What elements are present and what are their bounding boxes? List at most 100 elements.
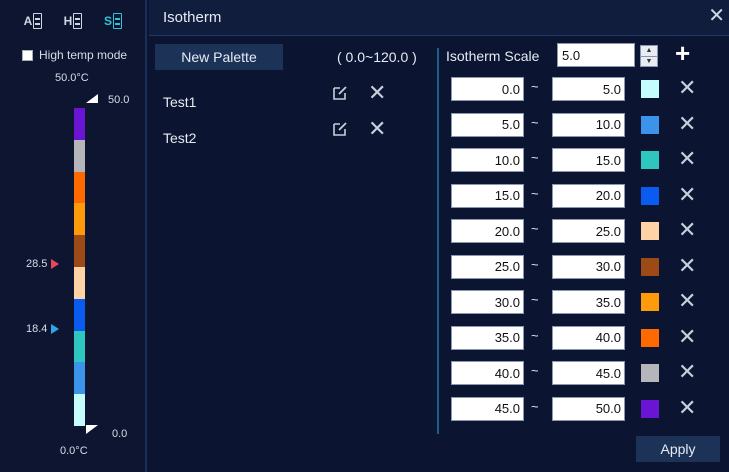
range-separator: ~	[531, 256, 539, 272]
add-isotherm-icon[interactable]: +	[675, 40, 690, 66]
mode-letter: H	[63, 14, 73, 28]
isotherm-scale-input[interactable]	[557, 43, 635, 67]
bars-icon	[113, 13, 122, 29]
list-item[interactable]: Test1 ✕	[163, 82, 403, 120]
isotherm-from-input[interactable]	[451, 77, 524, 101]
scale-segment	[74, 394, 85, 426]
isotherm-from-input[interactable]	[451, 325, 524, 350]
delete-icon[interactable]: ✕	[368, 82, 386, 104]
range-mode-group: AHS	[20, 10, 126, 32]
delete-icon[interactable]: ✕	[678, 325, 696, 348]
delete-icon[interactable]: ✕	[678, 148, 696, 170]
bars-icon	[33, 13, 43, 29]
close-icon[interactable]: ✕	[708, 6, 725, 26]
mode-letter: A	[23, 14, 33, 28]
isotherm-row: ~✕	[451, 254, 711, 291]
apply-button[interactable]: Apply	[636, 436, 720, 462]
range-separator: ~	[531, 185, 539, 201]
isotherm-from-input[interactable]	[451, 290, 524, 314]
histogram-range-icon[interactable]: H	[60, 10, 86, 32]
color-swatch[interactable]	[641, 80, 659, 98]
mode-letter: S	[103, 14, 112, 28]
scale-segment	[74, 203, 85, 236]
isotherm-to-input[interactable]	[552, 290, 625, 314]
edit-icon[interactable]	[331, 120, 349, 138]
delete-icon[interactable]: ✕	[678, 396, 696, 419]
scale-segment	[74, 108, 85, 140]
isotherm-row: ~✕	[451, 290, 711, 326]
range-separator: ~	[531, 114, 539, 130]
edit-icon[interactable]	[331, 84, 349, 102]
high-temp-mode-label: High temp mode	[39, 48, 128, 62]
section-divider	[437, 48, 439, 434]
temperature-range-label: ( 0.0~120.0 )	[337, 49, 417, 65]
isotherm-from-input[interactable]	[451, 361, 524, 385]
isotherm-to-input[interactable]	[552, 254, 625, 279]
range-separator: ~	[531, 79, 539, 94]
color-swatch[interactable]	[641, 257, 659, 276]
marker-low: 18.4	[26, 323, 60, 335]
isotherm-row: ~✕	[451, 112, 711, 149]
min-temp-label: 0.0°C	[60, 445, 88, 457]
isotherm-to-input[interactable]	[552, 148, 625, 172]
scale-segment	[74, 235, 85, 267]
color-swatch[interactable]	[641, 293, 659, 311]
isotherm-to-input[interactable]	[552, 112, 625, 137]
isotherm-scale-spinner[interactable]: ▲ ▼	[640, 45, 658, 67]
high-temp-mode-row[interactable]: High temp mode	[22, 48, 127, 62]
delete-icon[interactable]: ✕	[678, 112, 696, 135]
isotherm-from-input[interactable]	[451, 148, 524, 172]
bars-icon	[73, 13, 83, 29]
palette-name: Test2	[163, 130, 197, 146]
scale-segment	[74, 171, 85, 204]
isotherm-to-input[interactable]	[552, 77, 625, 101]
delete-icon[interactable]: ✕	[678, 219, 696, 241]
list-item[interactable]: Test2 ✕	[163, 118, 403, 156]
isotherm-to-input[interactable]	[552, 325, 625, 350]
isotherm-row: ~✕	[451, 148, 711, 184]
spin-up-icon[interactable]: ▲	[641, 46, 657, 56]
isotherm-from-input[interactable]	[451, 396, 524, 421]
color-swatch[interactable]	[641, 364, 659, 382]
isotherm-to-input[interactable]	[552, 219, 625, 243]
marker-low-value: 18.4	[26, 323, 48, 335]
isotherm-to-input[interactable]	[552, 396, 625, 421]
range-separator: ~	[531, 398, 539, 414]
isotherm-from-input[interactable]	[451, 219, 524, 243]
color-scale-bar	[74, 108, 85, 426]
color-swatch[interactable]	[641, 115, 659, 134]
delete-icon[interactable]: ✕	[368, 118, 386, 140]
color-swatch[interactable]	[641, 186, 659, 205]
color-swatch[interactable]	[641, 151, 659, 169]
range-top-handle[interactable]	[86, 94, 98, 103]
delete-icon[interactable]: ✕	[678, 361, 696, 383]
scale-segment	[74, 139, 85, 172]
scale-segment	[74, 298, 85, 331]
marker-high: 28.5	[26, 258, 60, 270]
delete-icon[interactable]: ✕	[678, 77, 696, 99]
new-palette-button[interactable]: New Palette	[155, 44, 283, 70]
delete-icon[interactable]: ✕	[678, 254, 696, 277]
color-swatch[interactable]	[641, 328, 659, 347]
isotherm-from-input[interactable]	[451, 183, 524, 208]
color-swatch[interactable]	[641, 222, 659, 240]
isotherm-from-input[interactable]	[451, 112, 524, 137]
isotherm-row: ~✕	[451, 396, 711, 433]
range-bottom-handle[interactable]	[86, 425, 98, 434]
auto-range-icon[interactable]: A	[20, 10, 46, 32]
scale-segment	[74, 266, 85, 299]
scale-range-icon[interactable]: S	[100, 10, 126, 32]
marker-low-arrow-icon	[51, 324, 60, 334]
high-temp-mode-checkbox[interactable]	[22, 49, 33, 61]
range-separator: ~	[531, 363, 539, 378]
palette-name: Test1	[163, 94, 197, 110]
isotherm-to-input[interactable]	[552, 361, 625, 385]
isotherm-from-input[interactable]	[451, 254, 524, 279]
range-separator: ~	[531, 221, 539, 236]
color-swatch[interactable]	[641, 399, 659, 418]
spin-down-icon[interactable]: ▼	[641, 55, 657, 67]
isotherm-to-input[interactable]	[552, 183, 625, 208]
delete-icon[interactable]: ✕	[678, 183, 696, 206]
max-temp-label: 50.0°C	[55, 72, 89, 84]
delete-icon[interactable]: ✕	[678, 290, 696, 312]
